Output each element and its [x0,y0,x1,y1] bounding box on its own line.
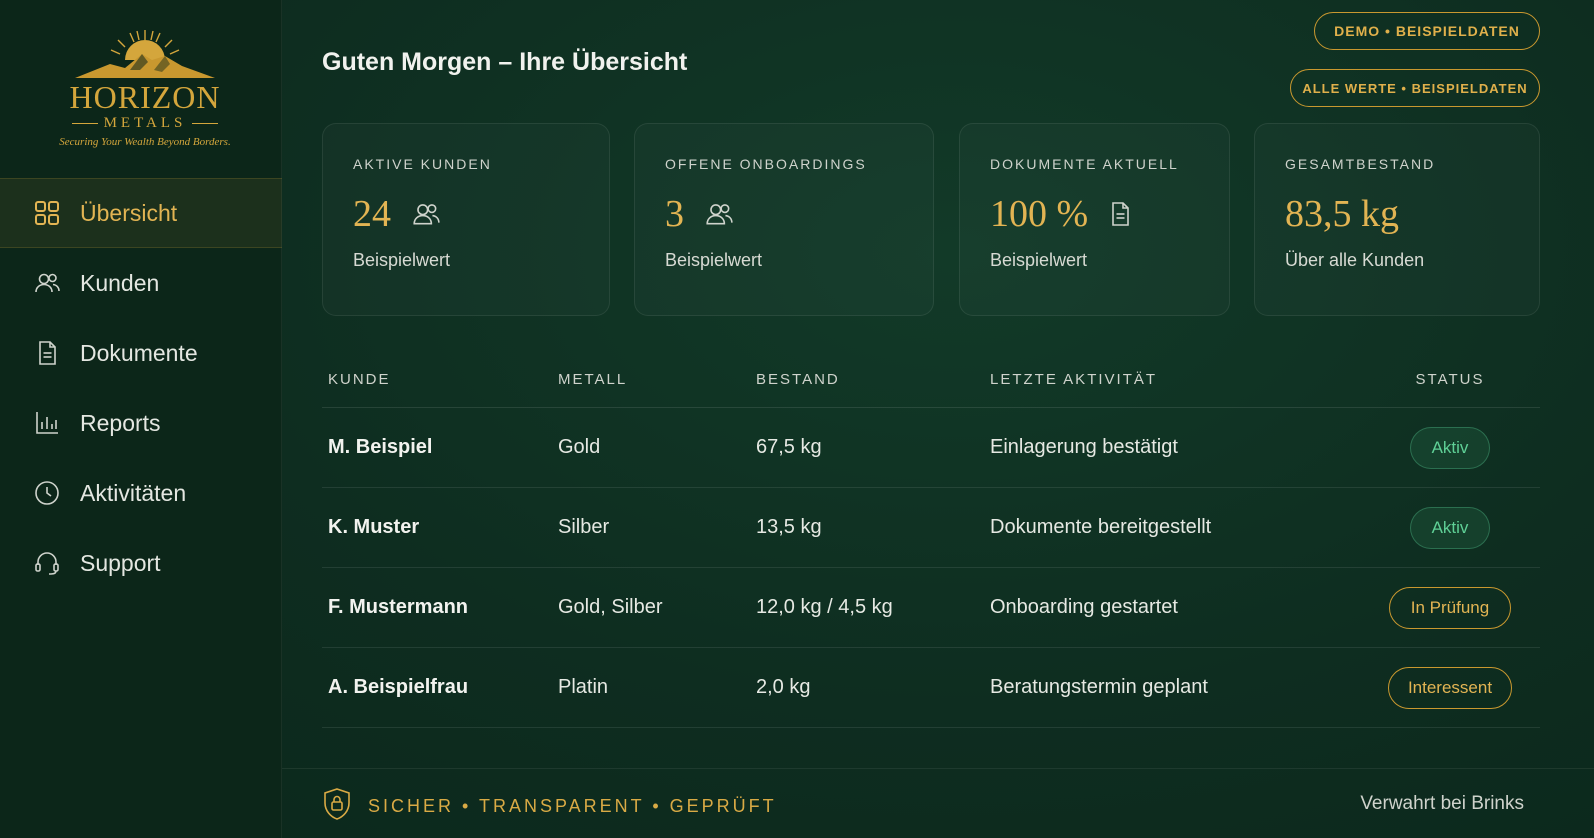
kpi-label: OFFENE ONBOARDINGS [665,156,867,172]
sidebar-item-label: Übersicht [80,199,178,226]
brand-sub: METALS [40,114,250,132]
cell-metall: Gold, Silber [558,596,663,618]
column-header-aktivitaet[interactable]: LETZTE AKTIVITÄT [990,371,1360,388]
cell-aktivitaet: Onboarding gestartet [990,596,1178,618]
brand-name: HORIZON [69,79,221,115]
sidebar-item-kunden[interactable]: Kunden [0,248,282,318]
kpi-card-active-customers[interactable]: AKTIVE KUNDEN 24 Beispielwert [322,123,610,316]
cell-status: In Prüfung [1360,586,1540,629]
sidebar-item-uebersicht[interactable]: Übersicht [0,178,282,248]
trust-banner: SICHER • TRANSPARENT • GEPRÜFT [322,787,777,826]
kpi-note: Beispielwert [353,250,451,270]
cell-bestand: 12,0 kg / 4,5 kg [756,596,893,618]
clock-icon [32,478,62,508]
headset-icon [32,548,62,578]
kpi-card-documents-current[interactable]: DOKUMENTE AKTUELL 100 % Beispielwert [959,123,1230,316]
sidebar-item-label: Kunden [80,269,160,296]
footer: SICHER • TRANSPARENT • GEPRÜFT Verwahrt … [282,768,1594,838]
cell-aktivitaet: Dokumente bereitgestellt [990,516,1212,538]
app-window: HORIZON METALS Securing Your Wealth Beyo… [0,0,1594,838]
brand-sub-text: METALS [103,115,187,131]
sidebar-item-label: Aktivitäten [80,479,187,506]
cell-metall: Silber [558,516,610,538]
kpi-value: 83,5 kg [1285,193,1399,235]
status-badge: Interessent [1388,666,1512,709]
cell-aktivitaet: Beratungstermin geplant [990,676,1208,698]
cell-kunde: M. Beispiel [328,436,433,458]
cell-kunde: K. Muster [328,516,420,538]
table-header: KUNDE METALL BESTAND LETZTE AKTIVITÄT ST… [322,352,1540,408]
status-badge: In Prüfung [1389,586,1511,629]
table-row[interactable]: M. Beispiel Gold 67,5 kg Einlagerung bes… [322,408,1540,488]
sidebar-item-label: Reports [80,409,161,436]
kpi-value: 24 [353,193,391,235]
sidebar-item-label: Dokumente [80,339,198,366]
brand-logo[interactable]: HORIZON METALS Securing Your Wealth Beyo… [40,26,250,161]
kpi-value: 100 % [990,193,1089,235]
sidebar-item-support[interactable]: Support [0,528,282,598]
kpi-note: Beispielwert [665,250,763,270]
cell-status: Interessent [1360,666,1540,709]
kpi-note: Über alle Kunden [1285,250,1425,270]
cell-metall: Platin [558,676,609,698]
users-icon [409,199,443,229]
cell-bestand: 13,5 kg [756,516,822,538]
cell-kunde: A. Beispielfrau [328,676,469,698]
shield-lock-icon [322,787,352,826]
column-header-metall[interactable]: METALL [558,371,756,388]
kpi-value: 3 [665,193,684,235]
users-icon [702,199,736,229]
custody-note: Verwahrt bei Brinks [1360,793,1524,814]
status-badge: Aktiv [1410,506,1490,549]
table-row[interactable]: F. Mustermann Gold, Silber 12,0 kg / 4,5… [322,568,1540,648]
column-header-status[interactable]: STATUS [1360,371,1540,388]
table-row[interactable]: K. Muster Silber 13,5 kg Dokumente berei… [322,488,1540,568]
cell-aktivitaet: Einlagerung bestätigt [990,436,1178,458]
sidebar-item-aktivitaeten[interactable]: Aktivitäten [0,458,282,528]
document-icon [1106,198,1134,230]
table-row[interactable]: A. Beispielfrau Platin 2,0 kg Beratungst… [322,648,1540,728]
kpi-label: GESAMTBESTAND [1285,156,1436,172]
mountain-sun-logo-icon [75,30,215,78]
kpi-card-open-onboardings[interactable]: OFFENE ONBOARDINGS 3 Beispielwert [634,123,934,316]
users-icon [32,268,62,298]
cell-bestand: 2,0 kg [756,676,811,698]
column-header-bestand[interactable]: BESTAND [756,371,990,388]
sidebar-item-reports[interactable]: Reports [0,388,282,458]
bar-chart-icon [32,408,62,438]
cell-bestand: 67,5 kg [756,436,822,458]
values-demo-badge[interactable]: ALLE WERTE • BEISPIELDATEN [1290,69,1540,107]
trust-text: SICHER • TRANSPARENT • GEPRÜFT [368,796,777,816]
page-title: Guten Morgen – Ihre Übersicht [322,48,688,76]
sidebar-item-label: Support [80,549,161,576]
cell-status: Aktiv [1360,506,1540,549]
kpi-label: AKTIVE KUNDEN [353,156,492,172]
grid-icon [32,198,62,228]
brand-tagline: Securing Your Wealth Beyond Borders. [59,136,231,148]
kpi-note: Beispielwert [990,250,1088,270]
cell-metall: Gold [558,436,601,458]
sidebar-item-dokumente[interactable]: Dokumente [0,318,282,388]
cell-kunde: F. Mustermann [328,596,469,618]
cell-status: Aktiv [1360,426,1540,469]
kpi-card-total-holdings[interactable]: GESAMTBESTAND 83,5 kg Über alle Kunden [1254,123,1540,316]
document-icon [32,338,62,368]
customer-table: KUNDE METALL BESTAND LETZTE AKTIVITÄT ST… [322,352,1540,728]
sidebar-nav: Übersicht Kunden Dokumente Reports Aktiv… [0,178,282,598]
kpi-label: DOKUMENTE AKTUELL [990,156,1179,172]
demo-data-badge[interactable]: DEMO • BEISPIELDATEN [1314,12,1540,50]
sidebar: HORIZON METALS Securing Your Wealth Beyo… [0,0,282,838]
column-header-kunde[interactable]: KUNDE [322,371,558,388]
status-badge: Aktiv [1410,426,1490,469]
